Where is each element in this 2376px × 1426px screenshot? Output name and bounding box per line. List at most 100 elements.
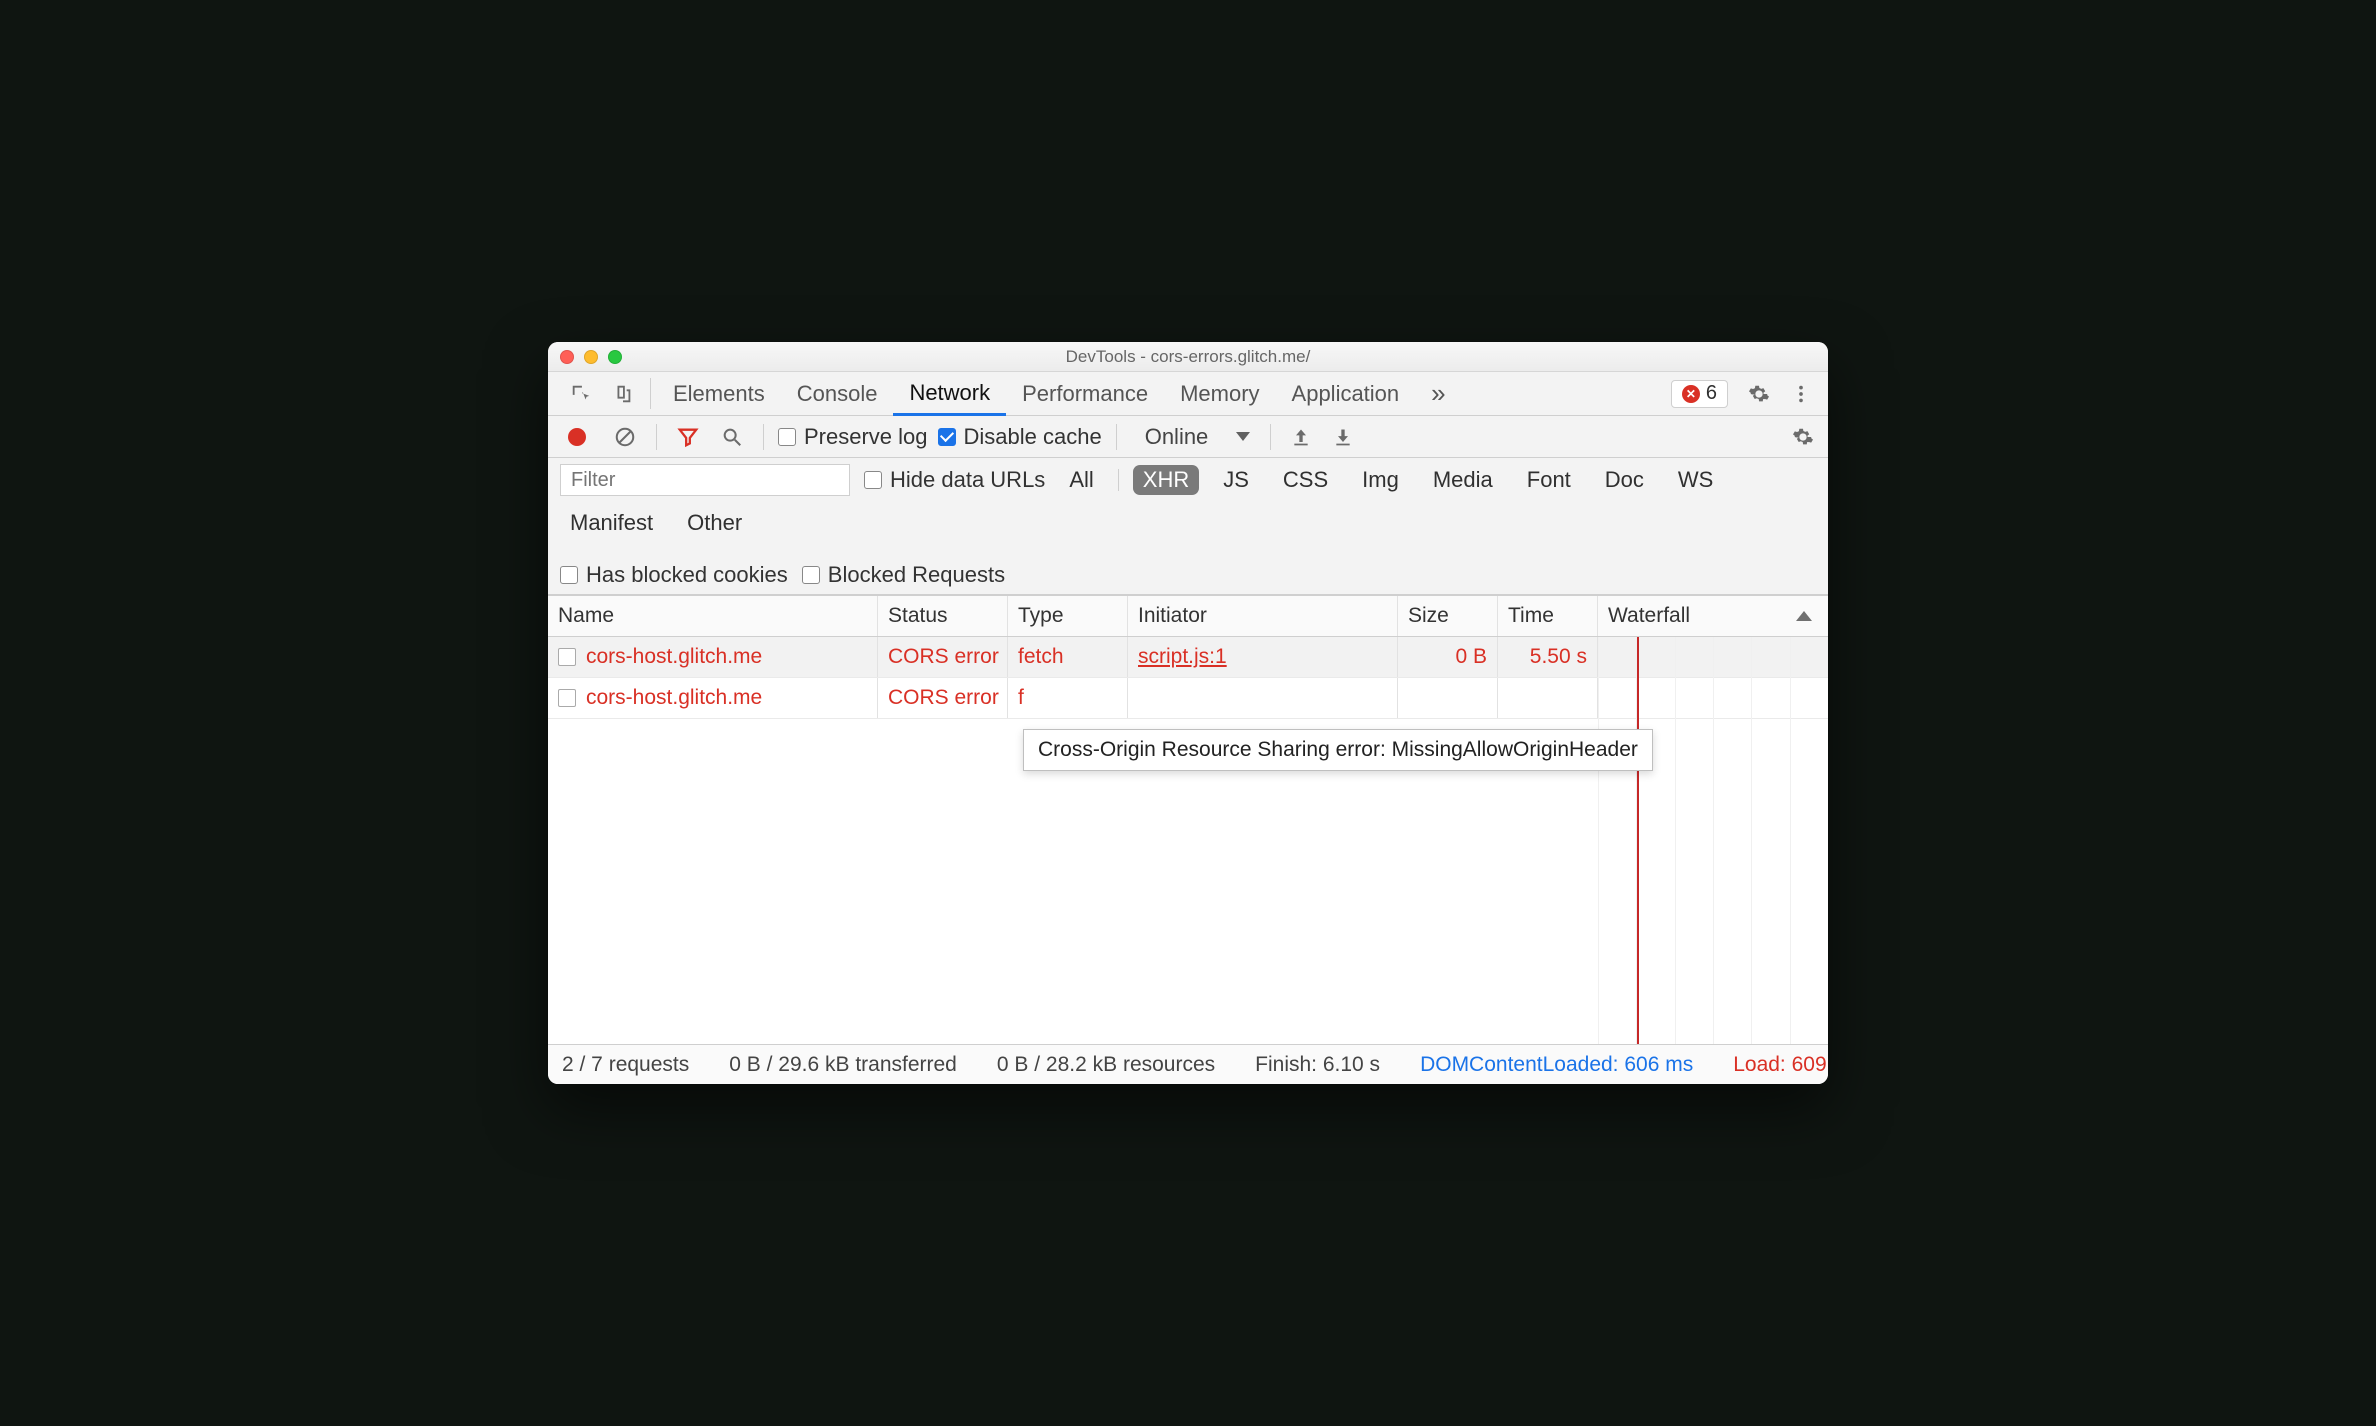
chevron-down-icon bbox=[1236, 432, 1250, 441]
cell-type: f bbox=[1008, 678, 1128, 718]
error-count-badge[interactable]: ✕ 6 bbox=[1671, 380, 1728, 408]
request-name: cors-host.glitch.me bbox=[586, 686, 762, 710]
cell-type: fetch bbox=[1008, 637, 1128, 677]
initiator-link[interactable]: script.js:1 bbox=[1138, 645, 1227, 668]
filter-type-manifest[interactable]: Manifest bbox=[560, 508, 663, 538]
file-icon bbox=[558, 689, 576, 707]
throttling-select[interactable]: Online bbox=[1131, 424, 1257, 450]
cell-initiator: script.js:1 bbox=[1128, 637, 1398, 677]
export-har-icon[interactable] bbox=[1327, 427, 1359, 447]
filter-type-doc[interactable]: Doc bbox=[1595, 465, 1654, 495]
checkbox-icon bbox=[778, 428, 796, 446]
tab-network[interactable]: Network bbox=[893, 372, 1006, 416]
checkbox-icon bbox=[802, 566, 820, 584]
col-name[interactable]: Name bbox=[548, 596, 878, 636]
file-icon bbox=[558, 648, 576, 666]
error-icon: ✕ bbox=[1682, 385, 1700, 403]
hide-data-urls-checkbox[interactable]: Hide data URLs bbox=[864, 467, 1045, 493]
checkbox-checked-icon bbox=[938, 428, 956, 446]
has-blocked-cookies-label: Has blocked cookies bbox=[586, 562, 788, 588]
cell-status: CORS error bbox=[878, 637, 1008, 677]
cell-name: cors-host.glitch.me bbox=[548, 678, 878, 718]
inspect-element-icon[interactable] bbox=[560, 372, 602, 415]
network-table: Name Status Type Initiator Size Time Wat… bbox=[548, 595, 1828, 1044]
filter-input[interactable] bbox=[560, 464, 850, 496]
record-icon bbox=[568, 428, 586, 446]
checkbox-icon bbox=[560, 566, 578, 584]
filter-type-css[interactable]: CSS bbox=[1273, 465, 1338, 495]
status-dcl: DOMContentLoaded: 606 ms bbox=[1420, 1053, 1693, 1077]
error-count: 6 bbox=[1706, 382, 1717, 405]
record-button[interactable] bbox=[556, 428, 598, 446]
devtools-window: DevTools - cors-errors.glitch.me/ Elemen… bbox=[548, 342, 1828, 1084]
main-tabs: Elements Console Network Performance Mem… bbox=[548, 372, 1828, 416]
filter-type-media[interactable]: Media bbox=[1423, 465, 1503, 495]
disable-cache-checkbox[interactable]: Disable cache bbox=[938, 424, 1102, 450]
sort-ascending-icon bbox=[1796, 611, 1812, 621]
separator bbox=[1118, 469, 1119, 491]
preserve-log-label: Preserve log bbox=[804, 424, 928, 450]
filter-type-font[interactable]: Font bbox=[1517, 465, 1581, 495]
network-toolbar: Preserve log Disable cache Online bbox=[548, 416, 1828, 458]
filter-type-all[interactable]: All bbox=[1059, 465, 1103, 495]
hide-data-urls-label: Hide data URLs bbox=[890, 467, 1045, 493]
separator bbox=[650, 378, 651, 409]
has-blocked-cookies-checkbox[interactable]: Has blocked cookies bbox=[560, 562, 788, 588]
table-row[interactable]: cors-host.glitch.me CORS error fetch scr… bbox=[548, 637, 1828, 678]
window-title: DevTools - cors-errors.glitch.me/ bbox=[548, 347, 1828, 367]
cell-name: cors-host.glitch.me bbox=[548, 637, 878, 677]
filter-type-ws[interactable]: WS bbox=[1668, 465, 1723, 495]
cell-status: CORS error bbox=[878, 678, 1008, 718]
col-initiator[interactable]: Initiator bbox=[1128, 596, 1398, 636]
toggle-device-toolbar-icon[interactable] bbox=[602, 372, 644, 415]
tabs-overflow-button[interactable]: » bbox=[1415, 372, 1461, 415]
status-requests: 2 / 7 requests bbox=[562, 1053, 689, 1077]
status-load: Load: 609 bbox=[1733, 1053, 1826, 1077]
tab-performance[interactable]: Performance bbox=[1006, 372, 1164, 415]
col-size[interactable]: Size bbox=[1398, 596, 1498, 636]
throttling-value: Online bbox=[1131, 424, 1217, 450]
cell-time: 5.50 s bbox=[1498, 637, 1598, 677]
preserve-log-checkbox[interactable]: Preserve log bbox=[778, 424, 928, 450]
filter-type-xhr[interactable]: XHR bbox=[1133, 465, 1199, 495]
request-name: cors-host.glitch.me bbox=[586, 645, 762, 669]
tab-application[interactable]: Application bbox=[1276, 372, 1416, 415]
import-har-icon[interactable] bbox=[1285, 427, 1317, 447]
tab-memory[interactable]: Memory bbox=[1164, 372, 1275, 415]
blocked-requests-checkbox[interactable]: Blocked Requests bbox=[802, 562, 1005, 588]
filter-bar: Hide data URLs All XHR JS CSS Img Media … bbox=[548, 458, 1828, 595]
checkbox-icon bbox=[864, 471, 882, 489]
cell-initiator bbox=[1128, 678, 1398, 718]
tab-console[interactable]: Console bbox=[781, 372, 894, 415]
status-resources: 0 B / 28.2 kB resources bbox=[997, 1053, 1215, 1077]
filter-toggle-icon[interactable] bbox=[671, 426, 705, 448]
cell-size: 0 B bbox=[1398, 637, 1498, 677]
col-time[interactable]: Time bbox=[1498, 596, 1598, 636]
table-header: Name Status Type Initiator Size Time Wat… bbox=[548, 595, 1828, 637]
settings-gear-icon[interactable] bbox=[1738, 372, 1780, 415]
status-tooltip: Cross-Origin Resource Sharing error: Mis… bbox=[1023, 729, 1653, 771]
tab-elements[interactable]: Elements bbox=[657, 372, 781, 415]
network-settings-icon[interactable] bbox=[1786, 426, 1820, 448]
status-bar: 2 / 7 requests 0 B / 29.6 kB transferred… bbox=[548, 1044, 1828, 1084]
more-options-icon[interactable] bbox=[1780, 372, 1822, 415]
blocked-requests-label: Blocked Requests bbox=[828, 562, 1005, 588]
col-waterfall[interactable]: Waterfall bbox=[1598, 596, 1828, 636]
clear-button[interactable] bbox=[608, 426, 642, 448]
cell-waterfall bbox=[1598, 637, 1828, 677]
col-waterfall-label: Waterfall bbox=[1608, 604, 1690, 628]
filter-type-other[interactable]: Other bbox=[677, 508, 752, 538]
cell-size bbox=[1398, 678, 1498, 718]
filter-type-img[interactable]: Img bbox=[1352, 465, 1409, 495]
col-status[interactable]: Status bbox=[878, 596, 1008, 636]
table-row[interactable]: cors-host.glitch.me CORS error f bbox=[548, 678, 1828, 719]
filter-type-js[interactable]: JS bbox=[1213, 465, 1259, 495]
col-type[interactable]: Type bbox=[1008, 596, 1128, 636]
status-finish: Finish: 6.10 s bbox=[1255, 1053, 1380, 1077]
disable-cache-label: Disable cache bbox=[964, 424, 1102, 450]
table-body: cors-host.glitch.me CORS error fetch scr… bbox=[548, 637, 1828, 1044]
cell-waterfall bbox=[1598, 678, 1828, 718]
cell-time bbox=[1498, 678, 1598, 718]
status-transferred: 0 B / 29.6 kB transferred bbox=[729, 1053, 957, 1077]
search-icon[interactable] bbox=[715, 426, 749, 448]
